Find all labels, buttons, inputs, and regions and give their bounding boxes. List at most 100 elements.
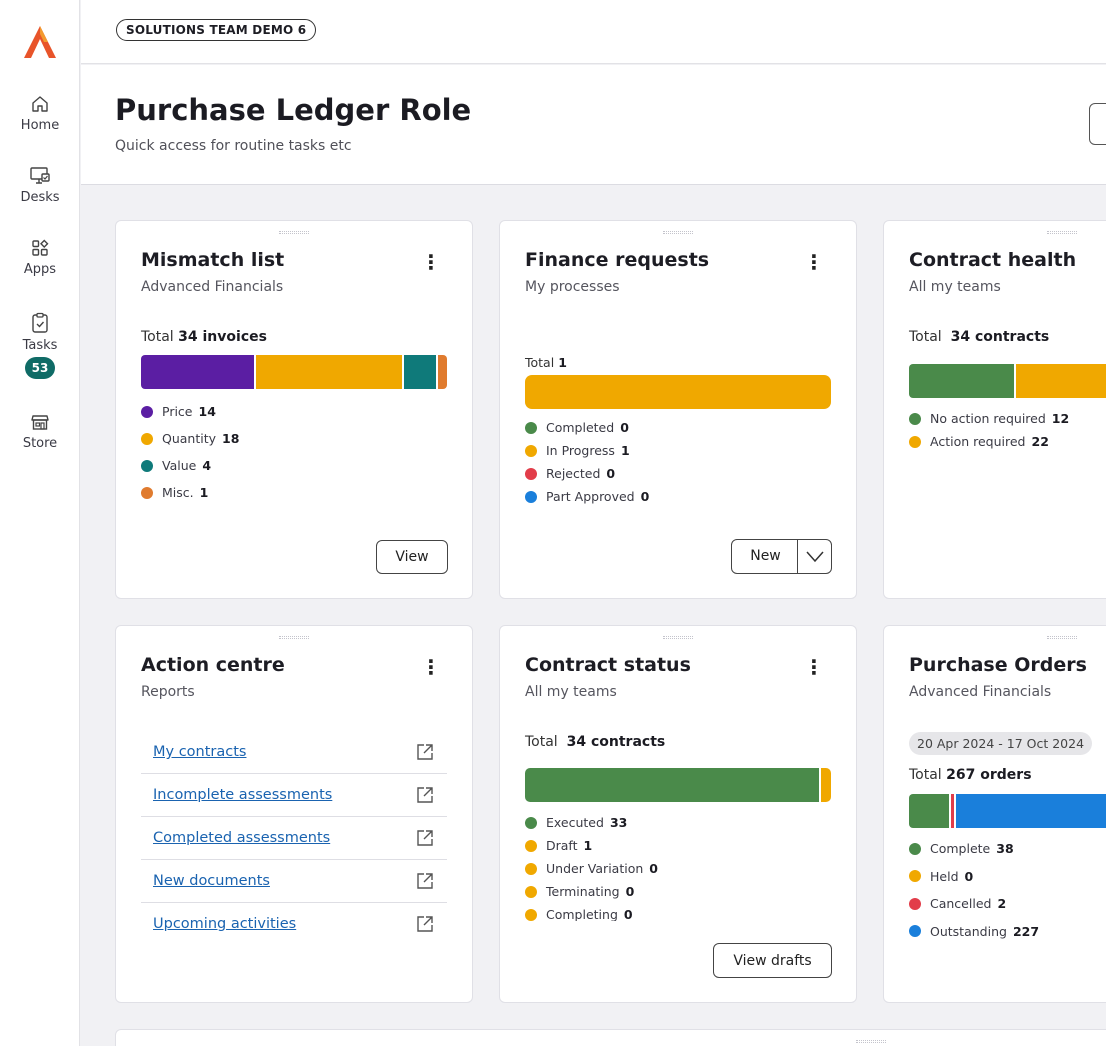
- card-subtitle: All my teams: [525, 684, 617, 700]
- legend-label: Price: [162, 404, 193, 419]
- nav-tasks[interactable]: Tasks 53: [0, 312, 80, 379]
- legend-value: 4: [202, 458, 212, 473]
- nav-apps[interactable]: Apps: [0, 238, 80, 277]
- legend-value: 1: [199, 485, 209, 500]
- more-menu-icon[interactable]: ⋮: [804, 251, 824, 275]
- mismatch-list-card: Mismatch list Advanced Financials ⋮ Tota…: [115, 220, 473, 599]
- report-link[interactable]: Upcoming activities: [153, 916, 296, 932]
- total-prefix: Total: [525, 734, 558, 750]
- legend-label: Under Variation: [546, 861, 644, 876]
- store-icon: [31, 415, 49, 430]
- report-link-row[interactable]: New documents: [141, 860, 447, 903]
- report-link[interactable]: Completed assessments: [153, 830, 330, 846]
- total-prefix: Total: [141, 329, 174, 345]
- bar-segment-in-progress: [525, 375, 831, 409]
- legend: Price 14 Quantity 18 Value 4 Misc. 1: [141, 398, 239, 506]
- legend-label: Complete: [930, 841, 991, 857]
- home-icon: [32, 96, 48, 112]
- bar-segment-misc: [438, 355, 447, 389]
- nav-home-label: Home: [20, 118, 60, 133]
- dot-icon: [909, 870, 921, 883]
- report-link[interactable]: My contracts: [153, 744, 246, 760]
- external-link-icon[interactable]: [415, 871, 435, 891]
- dot-icon: [525, 862, 537, 875]
- bar-segment-value: [404, 355, 438, 389]
- card-title: Contract status: [525, 654, 691, 676]
- legend-item-no-action: No action required 12: [909, 407, 1069, 430]
- view-button[interactable]: View: [376, 540, 448, 574]
- page-subtitle: Quick access for routine tasks etc: [115, 138, 352, 154]
- card-title: Mismatch list: [141, 249, 285, 271]
- legend-value: 227: [1012, 923, 1040, 939]
- drag-handle[interactable]: [663, 636, 693, 639]
- drag-handle[interactable]: [1047, 231, 1077, 234]
- legend-item-price: Price 14: [141, 398, 239, 425]
- legend-value: 0: [640, 489, 650, 504]
- legend-value: 0: [620, 420, 629, 435]
- external-link-icon[interactable]: [415, 742, 435, 762]
- nav-apps-label: Apps: [23, 262, 57, 277]
- report-link[interactable]: New documents: [153, 873, 270, 889]
- dot-icon: [141, 432, 153, 445]
- legend-value: 0: [623, 907, 633, 921]
- legend-value: 1: [583, 838, 593, 853]
- status-stacked-bar: [525, 768, 831, 802]
- report-link-row[interactable]: Completed assessments: [141, 817, 447, 860]
- more-menu-icon[interactable]: ⋮: [421, 656, 441, 680]
- nav-desks[interactable]: Desks: [0, 166, 80, 205]
- report-link-row[interactable]: Incomplete assessments: [141, 774, 447, 817]
- legend-label: Draft: [546, 838, 578, 853]
- nav-desks-label: Desks: [20, 190, 60, 205]
- legend-value: 14: [198, 404, 216, 419]
- total-prefix: Total: [909, 767, 942, 783]
- nav-home[interactable]: Home: [0, 94, 80, 133]
- drag-handle[interactable]: [279, 636, 309, 639]
- legend-label: Rejected: [546, 466, 601, 481]
- dot-icon: [909, 435, 921, 448]
- new-split-button: New: [731, 539, 832, 574]
- legend-item-executed: Executed 33: [525, 811, 658, 834]
- report-link-row[interactable]: Upcoming activities: [141, 903, 447, 946]
- legend-value: 1: [620, 443, 630, 458]
- external-link-icon[interactable]: [415, 914, 435, 934]
- card-title: Action centre: [141, 654, 285, 676]
- total-line: Total 1: [525, 355, 567, 370]
- legend-label: Outstanding: [930, 923, 1007, 939]
- view-drafts-button[interactable]: View drafts: [713, 943, 832, 978]
- drag-handle[interactable]: [856, 1040, 886, 1043]
- legend-value: 22: [1031, 434, 1049, 449]
- report-link[interactable]: Incomplete assessments: [153, 787, 332, 803]
- nav-tasks-label: Tasks: [22, 338, 58, 353]
- legend-item-completing: Completing 0: [525, 903, 658, 921]
- total-prefix: Total: [525, 355, 555, 370]
- bar-segment-executed: [525, 768, 821, 802]
- tasks-count-badge: 53: [24, 357, 56, 379]
- external-link-icon[interactable]: [415, 785, 435, 805]
- bar-segment-price: [141, 355, 256, 389]
- dot-icon: [525, 839, 537, 852]
- page-header: Purchase Ledger Role Quick access for ro…: [81, 65, 1106, 185]
- dropdown-toggle[interactable]: [797, 540, 831, 573]
- drag-handle[interactable]: [663, 231, 693, 234]
- more-menu-icon[interactable]: ⋮: [804, 656, 824, 680]
- drag-handle[interactable]: [279, 231, 309, 234]
- card-title: Finance requests: [525, 249, 710, 271]
- new-button[interactable]: New: [732, 548, 799, 564]
- legend-label: Completing: [546, 907, 618, 921]
- report-link-row[interactable]: My contracts: [141, 731, 447, 774]
- total-line: Total 34 invoices: [141, 329, 267, 345]
- date-range-chip[interactable]: 20 Apr 2024 - 17 Oct 2024: [909, 732, 1093, 755]
- card-subtitle: Reports: [141, 684, 195, 700]
- total-value: 34 contracts: [950, 329, 1050, 345]
- dot-icon: [525, 885, 537, 898]
- legend-label: Held: [930, 868, 959, 884]
- nav-store[interactable]: Store: [0, 412, 80, 451]
- environment-chip[interactable]: SOLUTIONS TEAM DEMO 6: [116, 19, 317, 41]
- legend-label: Terminating: [546, 884, 620, 899]
- contract-health-card: Contract health All my teams Total 34 co…: [883, 220, 1106, 599]
- external-link-icon[interactable]: [415, 828, 435, 848]
- more-menu-icon[interactable]: ⋮: [421, 251, 441, 275]
- drag-handle[interactable]: [1047, 636, 1077, 639]
- header-action-button[interactable]: [1089, 103, 1106, 145]
- total-value: 1: [558, 355, 567, 370]
